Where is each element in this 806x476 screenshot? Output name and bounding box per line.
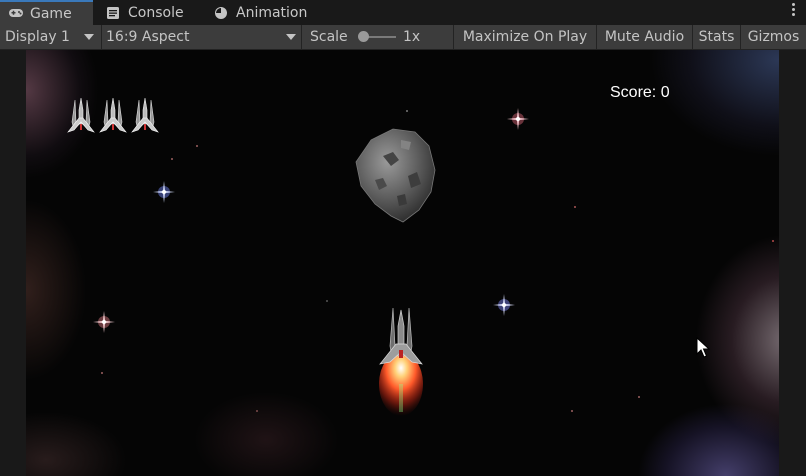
background-star: [772, 240, 774, 242]
asteroid: [355, 128, 436, 223]
lens-flare-star: [153, 181, 175, 203]
background-star: [406, 110, 408, 112]
lens-flare-star: [493, 294, 515, 316]
gizmos-label: Gizmos: [747, 29, 800, 45]
lives-indicator: [66, 94, 160, 134]
chevron-down-icon: [84, 34, 94, 40]
tab-game-label: Game: [30, 5, 72, 22]
life-ship-icon: [131, 97, 159, 133]
lens-flare-star: [93, 311, 115, 333]
gizmos-button[interactable]: Gizmos: [740, 25, 806, 49]
chevron-down-icon: [286, 34, 296, 40]
scale-control: Scale 1x: [301, 25, 453, 49]
background-star: [574, 206, 576, 208]
gamepad-icon: [8, 7, 24, 21]
life-ship-icon: [67, 97, 95, 133]
mouse-cursor-icon: [696, 337, 710, 358]
tab-game[interactable]: Game: [0, 0, 93, 25]
score-label: Score: 0: [610, 84, 670, 101]
scale-label: Scale: [310, 29, 348, 45]
scale-value: 1x: [403, 29, 421, 45]
more-options-icon[interactable]: [792, 3, 796, 18]
player-ship: [379, 307, 423, 416]
mute-audio-label: Mute Audio: [604, 29, 685, 45]
display-dropdown-label: Display 1: [5, 29, 70, 45]
animation-clock-icon: [214, 6, 230, 20]
background-star: [571, 410, 573, 412]
stats-button[interactable]: Stats: [692, 25, 740, 49]
maximize-on-play-button[interactable]: Maximize On Play: [453, 25, 596, 49]
background-star: [196, 145, 198, 147]
aspect-dropdown-label: 16:9 Aspect: [106, 29, 190, 45]
console-icon: [106, 6, 122, 20]
lens-flare-star: [507, 108, 529, 130]
scale-slider-knob[interactable]: [358, 31, 369, 42]
tab-console-label: Console: [128, 4, 184, 21]
background-star: [256, 410, 258, 412]
background-star: [171, 158, 173, 160]
background-star: [101, 372, 103, 374]
tab-animation[interactable]: Animation: [214, 0, 307, 25]
editor-tab-bar: Game Console Animation: [0, 0, 806, 25]
tab-console[interactable]: Console: [106, 0, 184, 25]
game-viewport[interactable]: Score: 0: [0, 50, 806, 476]
mute-audio-button[interactable]: Mute Audio: [596, 25, 692, 49]
tab-animation-label: Animation: [236, 4, 308, 21]
background-star: [638, 396, 640, 398]
game-canvas[interactable]: Score: 0: [26, 50, 779, 476]
aspect-dropdown[interactable]: 16:9 Aspect: [101, 25, 301, 49]
display-dropdown[interactable]: Display 1: [0, 25, 100, 49]
background-star: [326, 300, 328, 302]
life-ship-icon: [99, 97, 127, 133]
maximize-on-play-label: Maximize On Play: [462, 29, 588, 45]
stats-label: Stats: [698, 29, 735, 45]
game-view-toolbar: Display 1 16:9 Aspect Scale 1x Maximize …: [0, 25, 806, 50]
